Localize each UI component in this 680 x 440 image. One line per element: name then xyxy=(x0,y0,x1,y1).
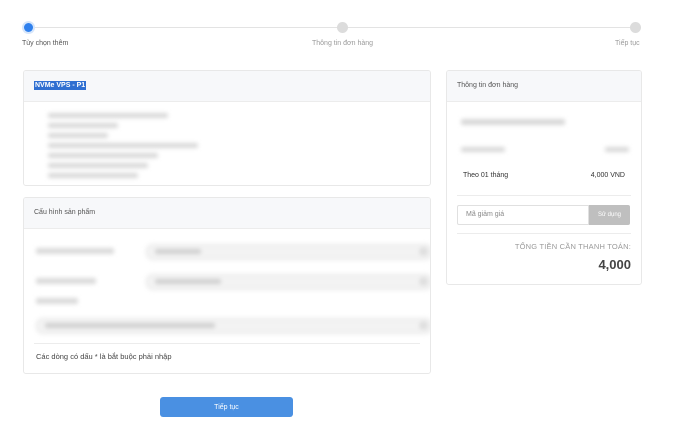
product-card: NVMe VPS - P1 xyxy=(23,70,431,186)
config-row[interactable] xyxy=(36,318,430,334)
product-card-header: NVMe VPS - P1 xyxy=(24,71,430,102)
product-description xyxy=(48,113,248,183)
required-note: Các dòng có dấu * là bắt buộc phải nhập xyxy=(36,352,172,361)
billing-cycle-label: Theo 01 tháng xyxy=(463,172,509,179)
order-product-name xyxy=(461,119,565,130)
billing-cycle-row: Theo 01 tháng 4,000 VND xyxy=(463,172,625,179)
checkout-stepper: Tùy chọn thêm Thông tin đơn hàng Tiếp tụ… xyxy=(0,0,680,60)
step-label-order-info[interactable]: Thông tin đơn hàng xyxy=(312,40,373,47)
config-card-header: Cấu hình sản phẩm xyxy=(24,198,430,229)
stepper-line xyxy=(30,27,338,28)
config-row[interactable] xyxy=(36,274,430,290)
apply-coupon-button[interactable]: Sử dụng xyxy=(589,205,630,225)
step-dot-options[interactable] xyxy=(24,23,33,32)
total-label: TỔNG TIỀN CẦN THANH TOÁN: xyxy=(514,242,631,251)
step-label-continue[interactable]: Tiếp tục xyxy=(615,40,640,47)
product-title: NVMe VPS - P1 xyxy=(34,81,87,90)
order-summary-header: Thông tin đơn hàng xyxy=(447,71,641,102)
order-product-price xyxy=(461,147,629,155)
config-row[interactable] xyxy=(36,244,430,260)
step-label-options[interactable]: Tùy chọn thêm xyxy=(22,40,68,47)
total-value: 4,000 xyxy=(598,257,631,272)
config-card: Cấu hình sản phẩm Các dòng có dấu * là b… xyxy=(23,197,431,374)
continue-button[interactable]: Tiếp tục xyxy=(160,397,293,417)
config-row-label xyxy=(36,298,420,306)
step-dot-continue[interactable] xyxy=(630,22,641,33)
coupon-input[interactable]: Mã giảm giá xyxy=(457,205,589,225)
config-divider xyxy=(34,343,420,344)
summary-divider xyxy=(457,195,631,196)
summary-divider xyxy=(457,233,631,234)
stepper-line xyxy=(348,27,632,28)
step-dot-order-info[interactable] xyxy=(337,22,348,33)
billing-cycle-price: 4,000 VND xyxy=(590,172,625,179)
order-summary-card: Thông tin đơn hàng Theo 01 tháng 4,000 V… xyxy=(446,70,642,285)
